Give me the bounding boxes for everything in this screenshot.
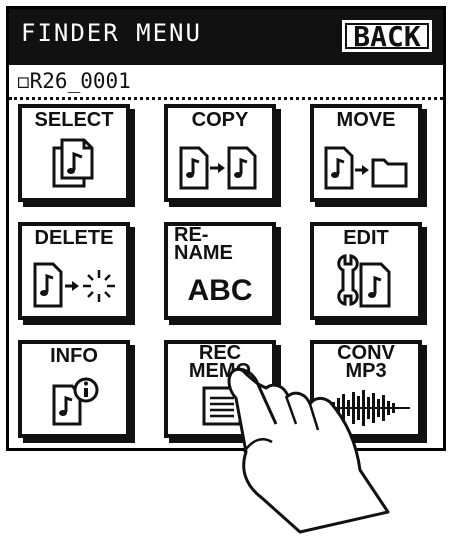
memo-note-icon — [168, 382, 272, 428]
delete-button[interactable]: DELETE — [18, 222, 130, 320]
rename-abc-icon: ABC — [168, 274, 272, 308]
finder-menu-grid: SELECT COPY MOVE DELETE RE- NAME ABC EDI… — [18, 104, 423, 438]
select-button[interactable]: SELECT — [18, 104, 130, 202]
info-label: INFO — [50, 345, 98, 367]
delete-file-icon — [22, 254, 126, 310]
title-bar: FINDER MENU BACK — [9, 9, 443, 65]
edit-button[interactable]: EDIT — [310, 222, 422, 320]
copy-label: COPY — [191, 109, 249, 131]
rename-label-line2: NAME — [174, 242, 233, 264]
info-file-icon — [22, 372, 126, 428]
select-label: SELECT — [34, 109, 114, 131]
conv-mp3-label-line2: MP3 — [345, 360, 387, 382]
waveform-icon — [314, 388, 418, 428]
rec-memo-button[interactable]: REC MEMO — [164, 340, 276, 438]
conv-mp3-button[interactable]: CONV MP3 — [310, 340, 422, 438]
copy-button[interactable]: COPY — [164, 104, 276, 202]
copy-file-icon — [168, 140, 272, 192]
info-button[interactable]: INFO — [18, 340, 130, 438]
back-button[interactable]: BACK — [339, 17, 435, 55]
rename-abc-text: ABC — [187, 274, 253, 307]
current-file-name: ◻R26_0001 — [17, 69, 131, 93]
rename-label: RE- NAME — [168, 225, 272, 264]
current-file-row: ◻R26_0001 — [9, 65, 443, 100]
move-to-folder-icon — [314, 140, 418, 192]
select-files-icon — [22, 134, 126, 192]
move-button[interactable]: MOVE — [310, 104, 422, 202]
rec-memo-label: REC MEMO — [168, 343, 272, 382]
delete-label: DELETE — [34, 227, 114, 249]
page-title: FINDER MENU — [21, 19, 202, 47]
rec-memo-label-line2: MEMO — [188, 360, 252, 382]
move-label: MOVE — [336, 109, 396, 131]
edit-label: EDIT — [343, 227, 389, 249]
edit-wrench-file-icon — [314, 250, 418, 310]
rename-button[interactable]: RE- NAME ABC — [164, 222, 276, 320]
conv-mp3-label: CONV MP3 — [314, 343, 418, 382]
